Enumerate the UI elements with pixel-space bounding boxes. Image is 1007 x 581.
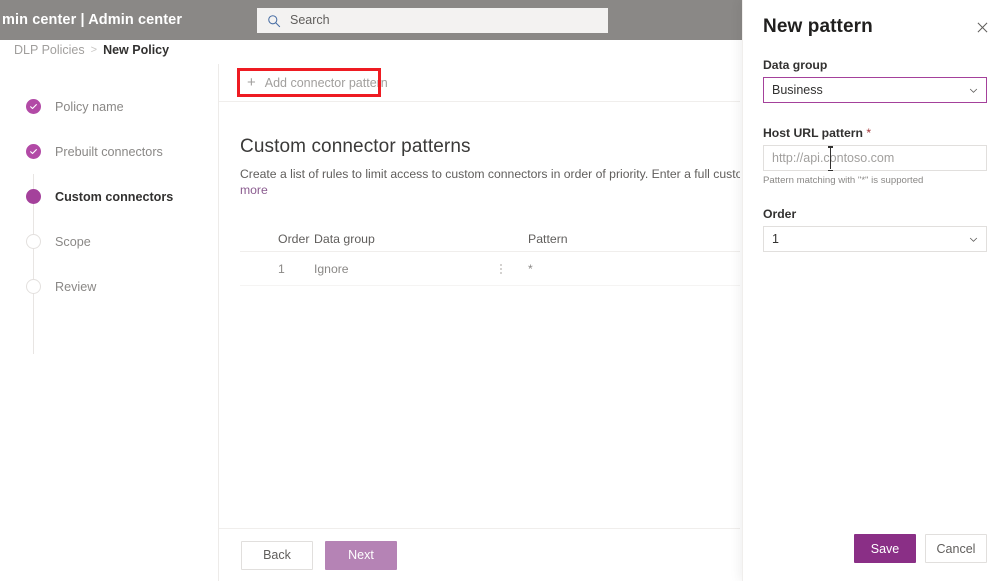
- data-group-label: Data group: [763, 58, 828, 72]
- close-icon: [977, 22, 987, 32]
- section-description-text: Create a list of rules to limit access t…: [240, 167, 740, 181]
- add-connector-pattern-button[interactable]: + Add connector pattern: [241, 68, 394, 98]
- breadcrumb: DLP Policies > New Policy: [14, 43, 169, 57]
- text-cursor-icon: [828, 146, 833, 171]
- check-icon: [26, 144, 41, 159]
- main-content: + Add connector pattern Custom connector…: [219, 64, 740, 581]
- suite-title: min center | Admin center: [2, 12, 183, 28]
- table-row[interactable]: 1 Ignore *: [240, 252, 740, 286]
- kebab-menu-icon: [500, 263, 502, 274]
- back-button[interactable]: Back: [241, 540, 313, 570]
- sidebar-item-label: Custom connectors: [55, 189, 174, 204]
- sidebar-item-policy-name[interactable]: Policy name: [0, 84, 219, 129]
- search-box[interactable]: Search: [257, 8, 608, 33]
- close-button[interactable]: [971, 16, 993, 38]
- new-pattern-panel: New pattern Data group Business Host URL…: [742, 0, 1007, 581]
- panel-title: New pattern: [763, 16, 873, 37]
- column-header-data-group[interactable]: Data group: [314, 232, 479, 246]
- save-button[interactable]: Save: [854, 534, 916, 563]
- wizard-rail: Policy name Prebuilt connectors Custom c…: [0, 64, 219, 581]
- host-url-label: Host URL pattern *: [763, 126, 987, 140]
- cell-order: 1: [278, 261, 285, 276]
- order-dropdown[interactable]: 1: [763, 226, 987, 252]
- sidebar-item-label: Scope: [55, 234, 91, 249]
- patterns-section: Custom connector patterns Create a list …: [219, 102, 740, 286]
- breadcrumb-item-dlp-policies[interactable]: DLP Policies: [14, 43, 85, 57]
- sidebar-item-prebuilt-connectors[interactable]: Prebuilt connectors: [0, 129, 219, 174]
- chevron-down-icon: [969, 237, 978, 242]
- search-input[interactable]: Search: [290, 14, 330, 27]
- required-marker: *: [866, 126, 872, 140]
- step-connector: [33, 309, 34, 354]
- section-description: Create a list of rules to limit access t…: [240, 166, 740, 198]
- patterns-table: Order Data group Pattern 1 Ignore *: [240, 226, 740, 286]
- host-url-label-text: Host URL pattern: [763, 126, 863, 140]
- chevron-down-icon: [969, 88, 978, 93]
- empty-step-icon: [26, 279, 41, 294]
- data-group-field: Data group Business: [763, 58, 987, 103]
- cell-pattern: *: [528, 261, 533, 276]
- host-url-input[interactable]: http://api.contoso.com: [763, 145, 987, 171]
- sidebar-item-label: Prebuilt connectors: [55, 144, 163, 159]
- cancel-button[interactable]: Cancel: [925, 534, 987, 563]
- breadcrumb-item-new-policy: New Policy: [103, 43, 170, 57]
- host-url-hint: Pattern matching with "*" is supported: [763, 175, 924, 186]
- host-url-field: Host URL pattern * http://api.contoso.co…: [763, 126, 987, 186]
- learn-more-link[interactable]: more: [240, 183, 268, 197]
- search-icon: [268, 14, 281, 27]
- app-root: min center | Admin center Search DLP Pol…: [0, 0, 1007, 581]
- row-menu-button[interactable]: [479, 263, 523, 274]
- empty-step-icon: [26, 234, 41, 249]
- order-label: Order: [763, 207, 797, 221]
- page-title: Custom connector patterns: [240, 136, 471, 157]
- add-connector-pattern-label: Add connector pattern: [264, 75, 388, 90]
- breadcrumb-separator: >: [90, 44, 98, 56]
- data-group-value: Business: [772, 83, 823, 97]
- table-header-row: Order Data group Pattern: [240, 226, 740, 252]
- cell-data-group: Ignore: [314, 261, 349, 276]
- command-bar: + Add connector pattern: [219, 64, 740, 102]
- panel-actions: Save Cancel: [743, 534, 1007, 563]
- order-value: 1: [772, 232, 779, 246]
- column-header-order[interactable]: Order: [240, 232, 314, 246]
- data-group-dropdown[interactable]: Business: [763, 77, 987, 103]
- sidebar-item-label: Policy name: [55, 99, 124, 114]
- wizard-steps: Policy name Prebuilt connectors Custom c…: [0, 64, 219, 354]
- current-step-icon: [26, 189, 41, 204]
- wizard-footer: Back Next: [219, 528, 740, 581]
- order-field: Order 1: [763, 207, 987, 252]
- sidebar-item-label: Review: [55, 279, 97, 294]
- host-url-placeholder: http://api.contoso.com: [772, 151, 895, 165]
- plus-icon: +: [247, 74, 256, 91]
- column-header-pattern[interactable]: Pattern: [523, 232, 663, 246]
- next-button[interactable]: Next: [325, 540, 397, 570]
- check-icon: [26, 99, 41, 114]
